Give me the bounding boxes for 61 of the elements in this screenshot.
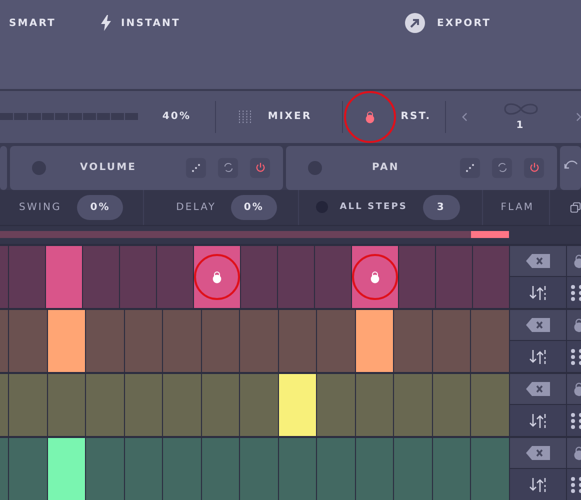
parameter-label: VOLUME xyxy=(80,162,137,174)
status-dot xyxy=(308,160,322,175)
flam-button[interactable]: FLAM xyxy=(500,202,534,213)
playhead-marker xyxy=(470,231,509,238)
swap-arrows-icon xyxy=(529,412,547,429)
delay-value[interactable]: 0% xyxy=(231,194,277,220)
export-button[interactable]: EXPORT xyxy=(436,18,491,28)
level-meter[interactable] xyxy=(0,113,138,120)
diagonal-dots-button[interactable] xyxy=(460,158,480,178)
step-pad[interactable] xyxy=(356,310,394,372)
step-pad[interactable] xyxy=(48,438,86,500)
diagonal-dots-button[interactable] xyxy=(186,158,206,178)
cycle-button[interactable] xyxy=(218,158,238,178)
dots-grid-icon xyxy=(571,284,581,302)
mixer-button[interactable]: MIXER xyxy=(268,111,312,122)
swap-arrows-icon xyxy=(529,348,547,365)
level-reading: 40% xyxy=(162,111,192,122)
clear-button[interactable] xyxy=(510,374,566,404)
lightning-icon xyxy=(100,15,111,31)
header-option[interactable]: INSTANT xyxy=(120,18,180,28)
parameter-label: PAN xyxy=(372,162,400,174)
shift-button[interactable] xyxy=(510,341,566,372)
dots-icon xyxy=(191,162,201,173)
panel-card xyxy=(0,146,7,190)
clear-button[interactable] xyxy=(510,310,566,340)
export-icon xyxy=(404,13,425,33)
swing-value[interactable]: 0% xyxy=(77,194,124,220)
step-pad[interactable] xyxy=(278,374,316,436)
loop-count: 1 xyxy=(516,120,525,132)
shift-button[interactable] xyxy=(510,469,566,500)
reset-button[interactable]: RST. xyxy=(400,111,432,122)
dots-grid-icon xyxy=(571,412,581,430)
status-dot xyxy=(32,160,46,175)
copy-icon[interactable] xyxy=(570,200,581,214)
clear-button[interactable] xyxy=(510,438,566,468)
backspace-icon xyxy=(526,382,550,396)
chevron-left-icon[interactable] xyxy=(462,112,468,122)
clear-button[interactable] xyxy=(510,246,566,276)
shift-button[interactable] xyxy=(510,405,566,436)
dots-grid-icon xyxy=(571,476,581,494)
swing-label: SWING xyxy=(19,202,62,213)
cycle-button[interactable] xyxy=(492,158,512,178)
swap-arrows-icon xyxy=(529,284,547,301)
swap-arrows-icon xyxy=(529,476,547,493)
delay-label: DELAY xyxy=(176,202,216,213)
shift-button[interactable] xyxy=(510,277,566,308)
backspace-icon xyxy=(526,318,550,332)
mixer-icon xyxy=(239,110,252,124)
cycle-icon xyxy=(496,162,508,174)
backspace-icon xyxy=(526,446,550,460)
power-button[interactable] xyxy=(524,158,544,178)
header-option[interactable]: SMART xyxy=(9,18,56,28)
backspace-icon xyxy=(526,254,550,268)
dots-grid-icon xyxy=(571,348,581,366)
power-button[interactable] xyxy=(250,158,270,178)
dots-icon xyxy=(465,162,475,173)
cycle-icon xyxy=(222,162,234,174)
all-steps-label: ALL STEPS xyxy=(340,202,408,212)
steps-value[interactable]: 3 xyxy=(422,194,460,220)
chevron-right-icon[interactable] xyxy=(576,112,581,122)
step-pad[interactable] xyxy=(48,310,86,372)
